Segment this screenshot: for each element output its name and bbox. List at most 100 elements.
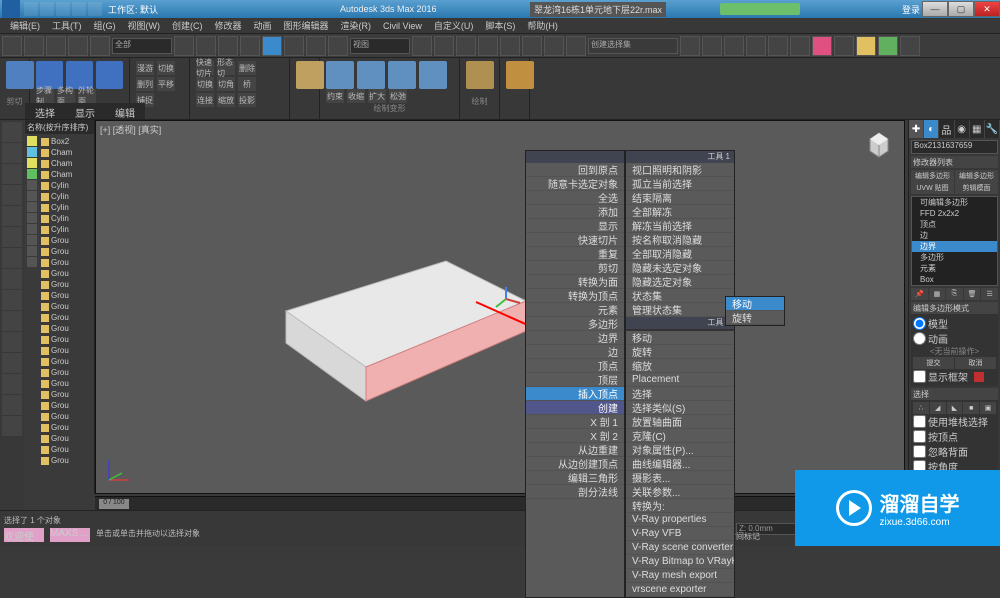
quad-item[interactable]: 结束隔离 (626, 191, 734, 205)
ribbon-pan[interactable]: 平移 (157, 77, 175, 91)
quad-item[interactable]: V-Ray scene converter (626, 541, 734, 555)
tool-align[interactable] (702, 36, 722, 56)
modbtn-3[interactable]: UVW 贴图 (911, 182, 954, 194)
tool-render-set[interactable] (834, 36, 854, 56)
modifier-stack[interactable]: 可编辑多边形FFD 2x2x2 顶点 边 边界 多边形 元素Box (911, 196, 998, 286)
menu-edit[interactable]: 编辑(E) (4, 19, 46, 32)
ribbon-conn[interactable]: 连接 (196, 93, 214, 107)
ribbon-paintdef4[interactable] (419, 61, 447, 89)
stack-cfg[interactable]: ☰ (981, 288, 998, 300)
app-icon[interactable] (2, 0, 20, 18)
btn-commit[interactable]: 提交 (913, 357, 954, 369)
ribbon-grow[interactable]: 扩大 (368, 89, 386, 103)
quad-item[interactable]: 顶层 (526, 373, 624, 387)
filter-cam[interactable] (27, 169, 37, 179)
filter-help[interactable] (27, 180, 37, 190)
quad-item[interactable]: 旋转 (626, 345, 734, 359)
tab-modify-icon[interactable]: ◐ (924, 120, 939, 138)
ribbon-constr[interactable]: 约束 (326, 89, 344, 103)
quad-item[interactable]: 从边创建顶点 (526, 457, 624, 471)
ribbon-tog2[interactable]: 切换 (196, 77, 214, 91)
qat-redo[interactable] (88, 2, 102, 16)
filter-shape[interactable] (27, 147, 37, 157)
scene-item[interactable]: Grou (39, 455, 94, 466)
ribbon-paintdef3[interactable] (388, 61, 416, 89)
tool-manip[interactable] (434, 36, 454, 56)
stack-show[interactable]: ▦ (929, 288, 946, 300)
scene-item[interactable]: Cylin (39, 191, 94, 202)
quad-item[interactable]: vrscene exporter (626, 583, 734, 597)
scene-item[interactable]: Grou (39, 389, 94, 400)
tool-snap-pct[interactable] (522, 36, 542, 56)
scene-item[interactable]: Grou (39, 356, 94, 367)
time-slider[interactable]: 0 / 100 (99, 499, 129, 509)
ribbon-paintdef2[interactable] (357, 61, 385, 89)
ltool-10[interactable] (2, 311, 22, 331)
scene-item[interactable]: Cylin (39, 180, 94, 191)
quad-item-bold[interactable]: 插入顶点 (526, 387, 624, 401)
ltool-13[interactable] (2, 374, 22, 394)
scene-item[interactable]: Cylin (39, 213, 94, 224)
scene-item[interactable]: Grou (39, 334, 94, 345)
stack-item[interactable]: 元素 (912, 263, 997, 274)
quad-item[interactable]: 剪切 (526, 261, 624, 275)
modbtn-4[interactable]: 剪辑模面 (955, 182, 998, 194)
roll-mode[interactable]: 编辑多边形模式 (911, 302, 998, 314)
ribbon-del[interactable]: 删除 (238, 61, 256, 75)
ltool-6[interactable] (2, 227, 22, 247)
tab-display[interactable]: 显示 (65, 103, 105, 119)
viewcube[interactable] (864, 129, 894, 159)
scene-item[interactable]: Grou (39, 312, 94, 323)
tool-rotate[interactable] (284, 36, 304, 56)
menu-civil[interactable]: Civil View (377, 21, 428, 31)
tool-keymode[interactable] (456, 36, 476, 56)
tool-place[interactable] (328, 36, 348, 56)
close-button[interactable]: ✕ (974, 1, 1000, 17)
tab-create-icon[interactable]: ✚ (909, 120, 924, 138)
scene-item[interactable]: Box2 (39, 136, 94, 147)
scene-item[interactable]: Grou (39, 268, 94, 279)
stack-pin[interactable]: 📌 (911, 288, 928, 300)
filter-part[interactable] (27, 213, 37, 223)
menu-render[interactable]: 渲染(R) (335, 19, 378, 32)
tool-snap2d[interactable] (478, 36, 498, 56)
quad-item[interactable]: 状态集 (626, 289, 734, 303)
scene-item[interactable]: Grou (39, 301, 94, 312)
tool-spinner[interactable] (544, 36, 564, 56)
quad-item[interactable]: 顶点 (526, 359, 624, 373)
quad-item[interactable]: 解冻当前选择 (626, 219, 734, 233)
scene-item[interactable]: Grou (39, 444, 94, 455)
scene-header[interactable]: 名称(按升序排序) (25, 120, 94, 134)
quad-item-bold[interactable]: 创建 (526, 401, 624, 415)
tool-pivot[interactable] (412, 36, 432, 56)
so-elem[interactable]: ▣ (980, 402, 996, 414)
filter-inv[interactable] (27, 257, 37, 267)
quad-item[interactable]: 曲线编辑器... (626, 457, 734, 471)
menu-create[interactable]: 创建(C) (166, 19, 209, 32)
quad-item[interactable]: X 剖 2 (526, 429, 624, 443)
stack-item[interactable]: Box (912, 274, 997, 285)
filter-space[interactable] (27, 191, 37, 201)
filter-all[interactable] (27, 235, 37, 245)
so-edge[interactable]: ◢ (930, 402, 946, 414)
ribbon-relax[interactable]: 松弛 (389, 89, 407, 103)
quad-item[interactable]: 全部解冻 (626, 205, 734, 219)
menu-view[interactable]: 视图(W) (122, 19, 167, 32)
quad-item[interactable]: 全选 (526, 191, 624, 205)
stack-item[interactable]: 顶点 (912, 219, 997, 230)
tool-nsel[interactable] (566, 36, 586, 56)
btn-cancel[interactable]: 取消 (955, 357, 996, 369)
tool-select[interactable] (174, 36, 194, 56)
scene-item[interactable]: Cylin (39, 224, 94, 235)
scene-item[interactable]: Cham (39, 169, 94, 180)
quad-item[interactable]: 关联参数... (626, 485, 734, 499)
quad-item[interactable]: 添加 (526, 205, 624, 219)
stack-item[interactable]: 边 (912, 230, 997, 241)
chk-igback[interactable]: 忽略背面 (913, 444, 996, 459)
menu-modifiers[interactable]: 修改器 (209, 19, 248, 32)
modlist-header[interactable]: 修改器列表 (911, 156, 998, 168)
workspace-label[interactable]: 工作区: 默认 (108, 3, 158, 16)
quad-item[interactable]: 克隆(C) (626, 429, 734, 443)
chk-show[interactable]: 显示框架 (913, 369, 996, 384)
menu-help[interactable]: 帮助(H) (521, 19, 564, 32)
